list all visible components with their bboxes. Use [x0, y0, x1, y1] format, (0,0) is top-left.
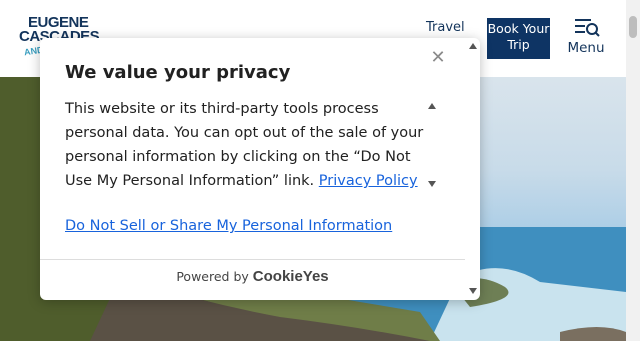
- book-your-trip-button[interactable]: Book Your Trip: [487, 18, 550, 59]
- menu-label: Menu: [567, 40, 605, 56]
- do-not-sell-link[interactable]: Do Not Sell or Share My Personal Informa…: [65, 218, 392, 234]
- page-scrollbar-thumb[interactable]: [629, 16, 637, 38]
- consent-divider: [40, 259, 465, 260]
- scroll-up-icon[interactable]: [428, 103, 436, 109]
- close-icon[interactable]: ✕: [428, 48, 448, 68]
- consent-title: We value your privacy: [65, 62, 291, 83]
- dialog-scroll-down-icon[interactable]: [469, 288, 477, 294]
- scroll-down-icon[interactable]: [428, 181, 436, 187]
- consent-body: This website or its third-party tools pr…: [65, 97, 425, 193]
- page-scrollbar[interactable]: [626, 0, 640, 341]
- menu-search-icon: [575, 19, 600, 37]
- dialog-scrollbar[interactable]: [466, 38, 480, 300]
- privacy-consent-dialog: ✕ We value your privacy This website or …: [40, 38, 480, 300]
- privacy-policy-link[interactable]: Privacy Policy: [319, 173, 418, 189]
- cookieyes-logo[interactable]: CookieYes: [253, 268, 329, 285]
- consent-body-scrollbar[interactable]: [425, 98, 439, 194]
- menu-button[interactable]: Menu: [563, 16, 609, 58]
- nav-travel[interactable]: Travel: [426, 20, 465, 35]
- powered-by: Powered by CookieYes: [40, 268, 465, 285]
- powered-by-label: Powered by: [176, 269, 249, 284]
- dialog-scroll-up-icon[interactable]: [469, 43, 477, 49]
